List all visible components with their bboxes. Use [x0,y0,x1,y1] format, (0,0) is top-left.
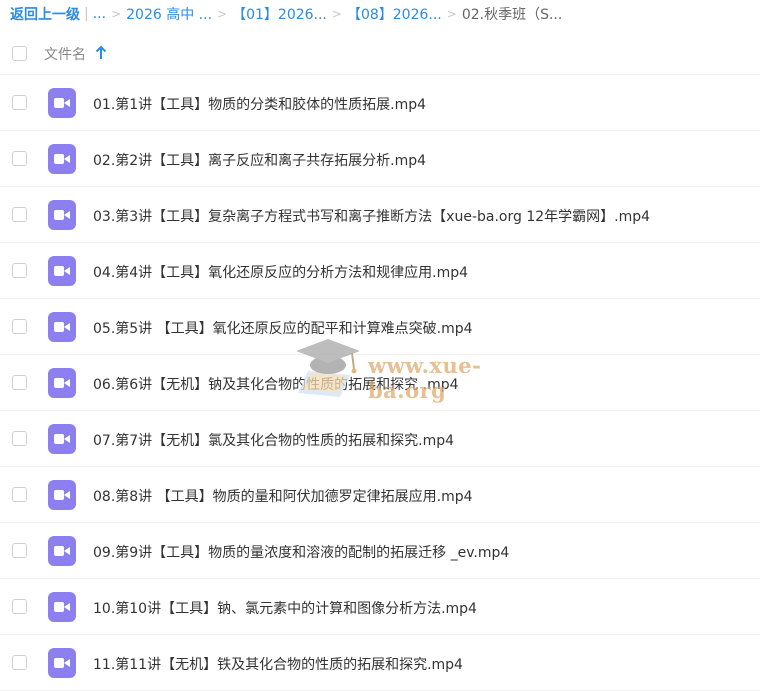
file-name[interactable]: 03.第3讲【工具】复杂离子方程式书写和离子推断方法【xue-ba.org 12… [93,206,650,226]
file-name[interactable]: 06.第6讲【无机】钠及其化合物的性质的拓展和探究 .mp4 [93,374,459,394]
row-checkbox[interactable] [12,431,27,446]
video-file-icon [48,200,76,230]
file-row[interactable]: 02.第2讲【工具】离子反应和离子共存拓展分析.mp4 [0,131,760,187]
file-row[interactable]: 09.第9讲【工具】物质的量浓度和溶液的配制的拓展迁移 _ev.mp4 [0,523,760,579]
file-list: 01.第1讲【工具】物质的分类和胶体的性质拓展.mp4 02.第2讲【工具】离子… [0,75,760,691]
arrow-up-icon[interactable] [95,45,107,61]
file-row[interactable]: 03.第3讲【工具】复杂离子方程式书写和离子推断方法【xue-ba.org 12… [0,187,760,243]
row-checkbox[interactable] [12,263,27,278]
file-row[interactable]: 10.第10讲【工具】钠、氯元素中的计算和图像分析方法.mp4 [0,579,760,635]
file-row[interactable]: 01.第1讲【工具】物质的分类和胶体的性质拓展.mp4 [0,75,760,131]
video-file-icon [48,648,76,678]
video-file-icon [48,256,76,286]
breadcrumb-separator: > [217,7,228,21]
row-checkbox[interactable] [12,375,27,390]
file-name[interactable]: 02.第2讲【工具】离子反应和离子共存拓展分析.mp4 [93,150,426,170]
breadcrumb-divider: | [84,6,89,22]
video-file-icon [48,312,76,342]
row-checkbox[interactable] [12,319,27,334]
row-checkbox[interactable] [12,599,27,614]
file-row[interactable]: 06.第6讲【无机】钠及其化合物的性质的拓展和探究 .mp4 [0,355,760,411]
list-header: 文件名 [0,34,760,75]
select-all-checkbox[interactable] [12,46,27,61]
file-row[interactable]: 05.第5讲 【工具】氧化还原反应的配平和计算难点突破.mp4 [0,299,760,355]
breadcrumb: 返回上一级 | ... > 2026 高中 ... > 【01】2026... … [10,0,562,28]
row-checkbox[interactable] [12,207,27,222]
breadcrumb-item[interactable]: 2026 高中 ... [126,4,212,24]
video-file-icon [48,536,76,566]
file-row[interactable]: 04.第4讲【工具】氧化还原反应的分析方法和规律应用.mp4 [0,243,760,299]
row-checkbox[interactable] [12,95,27,110]
column-header-filename[interactable]: 文件名 [44,44,86,64]
file-name[interactable]: 05.第5讲 【工具】氧化还原反应的配平和计算难点突破.mp4 [93,318,473,338]
file-name[interactable]: 08.第8讲 【工具】物质的量和阿伏加德罗定律拓展应用.mp4 [93,486,473,506]
file-name[interactable]: 07.第7讲【无机】氯及其化合物的性质的拓展和探究.mp4 [93,430,454,450]
file-row[interactable]: 11.第11讲【无机】铁及其化合物的性质的拓展和探究.mp4 [0,635,760,691]
video-file-icon [48,424,76,454]
file-name[interactable]: 04.第4讲【工具】氧化还原反应的分析方法和规律应用.mp4 [93,262,468,282]
file-name[interactable]: 01.第1讲【工具】物质的分类和胶体的性质拓展.mp4 [93,94,426,114]
video-file-icon [48,368,76,398]
back-link[interactable]: 返回上一级 [10,4,80,24]
row-checkbox[interactable] [12,655,27,670]
breadcrumb-current: 02.秋季班（S... [461,7,563,23]
breadcrumb-item[interactable]: 【08】2026... [347,4,442,24]
row-checkbox[interactable] [12,487,27,502]
breadcrumb-separator: > [331,7,342,21]
video-file-icon [48,144,76,174]
file-row[interactable]: 07.第7讲【无机】氯及其化合物的性质的拓展和探究.mp4 [0,411,760,467]
video-file-icon [48,592,76,622]
file-name[interactable]: 11.第11讲【无机】铁及其化合物的性质的拓展和探究.mp4 [93,654,463,674]
breadcrumb-item[interactable]: 【01】2026... [232,4,327,24]
file-name[interactable]: 09.第9讲【工具】物质的量浓度和溶液的配制的拓展迁移 _ev.mp4 [93,542,509,562]
file-name[interactable]: 10.第10讲【工具】钠、氯元素中的计算和图像分析方法.mp4 [93,598,477,618]
breadcrumb-ellipsis[interactable]: ... [93,6,106,22]
file-row[interactable]: 08.第8讲 【工具】物质的量和阿伏加德罗定律拓展应用.mp4 [0,467,760,523]
video-file-icon [48,480,76,510]
breadcrumb-separator: > [446,7,457,21]
row-checkbox[interactable] [12,543,27,558]
breadcrumb-separator: > [111,7,122,21]
video-file-icon [48,88,76,118]
row-checkbox[interactable] [12,151,27,166]
